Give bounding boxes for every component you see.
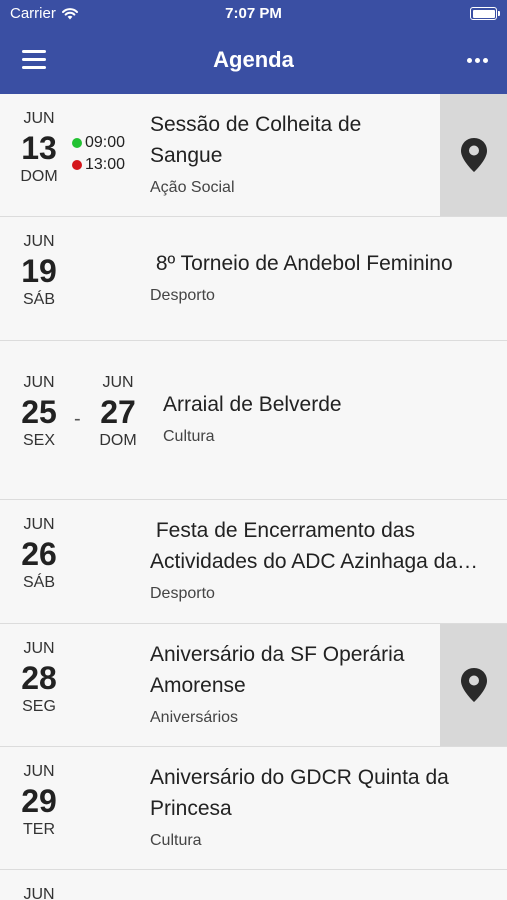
event-day: 13 xyxy=(21,130,57,166)
event-category: Desporto xyxy=(150,585,215,602)
event-end-weekday: DOM xyxy=(99,432,137,449)
end-dot-icon xyxy=(72,160,82,170)
start-time: 09:00 xyxy=(85,134,126,151)
event-day: 28 xyxy=(21,660,57,696)
event-category: Cultura xyxy=(150,832,202,849)
event-row[interactable]: JUN 19 SÁB 8º Torneio de Andebol Feminin… xyxy=(0,217,507,341)
event-title: Aniversário da SF Operária Amorense xyxy=(150,643,405,697)
event-row[interactable]: JUN 13 DOM 09:00 13:00 Sessão de Colheit… xyxy=(0,94,507,217)
event-title: Aniversário do GDCR Quinta da Princesa xyxy=(150,766,449,820)
event-date: JUN 19 SÁB xyxy=(9,233,69,309)
location-button[interactable] xyxy=(440,624,507,746)
event-category: Desporto xyxy=(150,287,215,304)
event-title: Arraial de Belverde xyxy=(163,393,342,416)
event-start-date: JUN 25 SEX xyxy=(9,374,69,450)
event-month: JUN xyxy=(23,110,55,127)
date-range-separator: - xyxy=(74,408,81,430)
event-row[interactable]: JUN 28 SEG Aniversário da SF Operária Am… xyxy=(0,624,507,747)
event-day: 19 xyxy=(21,253,57,289)
event-day: 26 xyxy=(21,536,57,572)
location-button[interactable] xyxy=(440,94,507,216)
end-time: 13:00 xyxy=(85,156,126,173)
clock: 7:07 PM xyxy=(225,5,282,22)
event-day: 25 xyxy=(21,394,57,430)
start-dot-icon xyxy=(72,138,82,148)
event-weekday: DOM xyxy=(20,168,58,185)
event-end-month: JUN xyxy=(102,374,134,391)
event-row[interactable]: JUN 29 TER Aniversário do GDCR Quinta da… xyxy=(0,747,507,870)
event-weekday: SÁB xyxy=(22,574,55,591)
event-category: Cultura xyxy=(163,428,215,445)
event-month: JUN xyxy=(23,516,55,533)
event-row[interactable]: JUN 25 SEX - JUN 27 DOM Arraial de Belve… xyxy=(0,341,507,500)
event-date: JUN 29 TER xyxy=(9,763,69,839)
nav-bar: Agenda xyxy=(0,28,507,94)
event-title: Sessão de Colheita de Sangue xyxy=(150,113,362,167)
event-title: Festa de Encerramento das Actividades do… xyxy=(150,519,479,573)
event-end-day: 27 xyxy=(100,394,136,430)
event-category: Ação Social xyxy=(150,179,235,196)
event-times: 09:00 13:00 xyxy=(72,132,125,176)
event-weekday: SÁB xyxy=(22,291,55,308)
event-date: JUN xyxy=(9,886,69,900)
event-month: JUN xyxy=(23,233,55,250)
event-title: 8º Torneio de Andebol Feminino xyxy=(150,252,453,275)
page-title: Agenda xyxy=(213,47,294,72)
event-row[interactable]: JUN 26 SÁB Festa de Encerramento das Act… xyxy=(0,500,507,624)
map-pin-icon xyxy=(460,138,487,172)
event-end-date: JUN 27 DOM xyxy=(88,374,148,450)
event-date: JUN 13 DOM xyxy=(9,110,69,186)
event-day: 29 xyxy=(21,783,57,819)
map-pin-icon xyxy=(460,668,487,702)
event-weekday: SEG xyxy=(22,698,56,715)
event-date: JUN 26 SÁB xyxy=(9,516,69,592)
event-weekday: TER xyxy=(23,821,55,838)
event-month: JUN xyxy=(23,374,55,391)
event-row[interactable]: JUN xyxy=(0,870,507,900)
more-dots-icon[interactable] xyxy=(465,50,489,70)
battery-icon xyxy=(470,7,500,20)
event-month: JUN xyxy=(23,886,55,900)
event-month: JUN xyxy=(23,763,55,780)
event-month: JUN xyxy=(23,640,55,657)
event-weekday: SEX xyxy=(22,432,55,449)
event-category: Aniversários xyxy=(150,709,239,726)
event-date: JUN 28 SEG xyxy=(9,640,69,716)
status-bar: Carrier 7:07 PM xyxy=(0,0,507,28)
